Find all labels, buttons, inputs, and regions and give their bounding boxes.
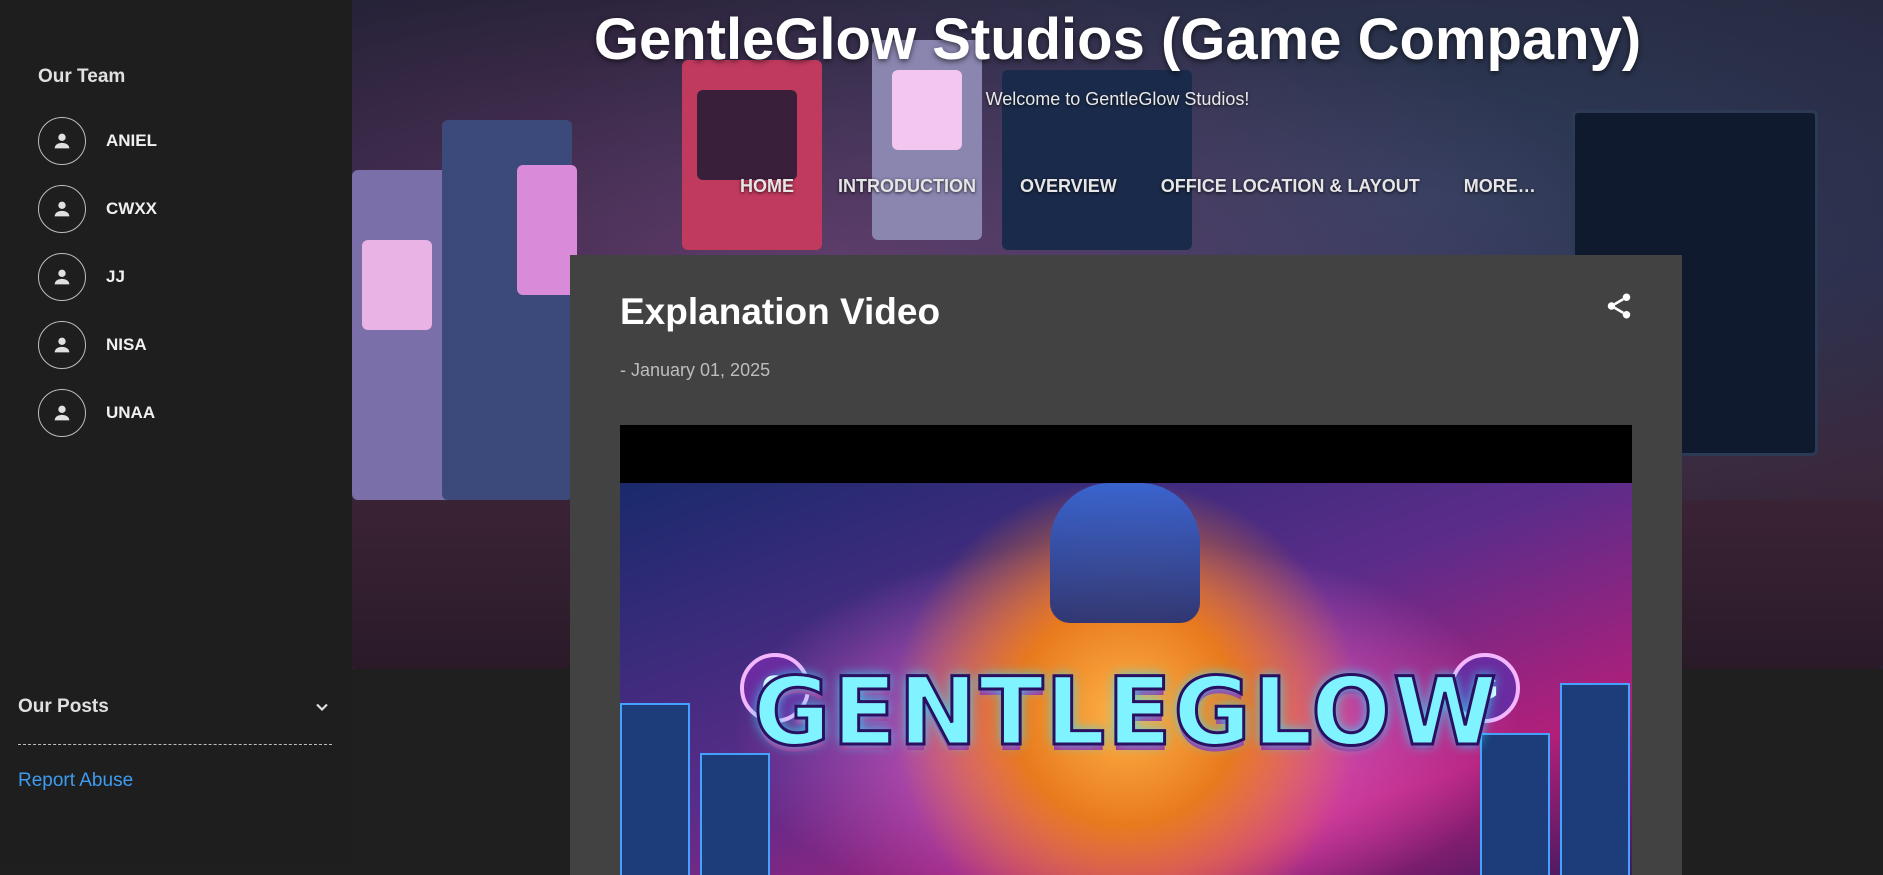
avatar bbox=[38, 185, 86, 233]
thumbnail-logo-text: GENTLEGLOW bbox=[752, 657, 1499, 769]
thumbnail-figure bbox=[1050, 483, 1200, 623]
avatar bbox=[38, 389, 86, 437]
nav-introduction[interactable]: INTRODUCTION bbox=[838, 176, 976, 197]
post-card: Explanation Video - January 01, 2025 G G… bbox=[570, 255, 1682, 875]
post-date: - January 01, 2025 bbox=[620, 360, 771, 380]
avatar bbox=[38, 117, 86, 165]
person-icon bbox=[54, 405, 70, 421]
person-icon bbox=[54, 269, 70, 285]
avatar bbox=[38, 253, 86, 301]
person-icon bbox=[54, 201, 70, 217]
tower bbox=[700, 753, 770, 875]
team-member-cwxx[interactable]: CWXX bbox=[38, 184, 157, 234]
member-name: CWXX bbox=[106, 199, 157, 218]
site-subtitle: Welcome to GentleGlow Studios! bbox=[985, 89, 1250, 109]
person-icon bbox=[54, 337, 70, 353]
team-member-aniel[interactable]: ANIEL bbox=[38, 116, 157, 166]
person-icon bbox=[54, 133, 70, 149]
video-thumbnail: G G GENTLEGLOW bbox=[620, 483, 1632, 875]
posts-title: Our Posts bbox=[18, 696, 109, 717]
share-button[interactable] bbox=[1604, 291, 1634, 321]
share-icon bbox=[1607, 293, 1631, 319]
team-title: Our Team bbox=[38, 66, 126, 87]
avatar bbox=[38, 321, 86, 369]
divider bbox=[18, 744, 332, 745]
report-abuse-link[interactable]: Report Abuse bbox=[18, 770, 133, 792]
nav-office-location-layout[interactable]: OFFICE LOCATION & LAYOUT bbox=[1161, 176, 1420, 197]
nav-more[interactable]: MORE… bbox=[1464, 176, 1536, 197]
team-member-jj[interactable]: JJ bbox=[38, 252, 157, 302]
our-posts-toggle[interactable]: Our Posts bbox=[18, 694, 332, 720]
team-member-nisa[interactable]: NISA bbox=[38, 320, 157, 370]
member-name: ANIEL bbox=[106, 131, 157, 150]
team-list: ANIEL CWXX JJ NISA UNAA bbox=[38, 116, 157, 456]
nav-overview[interactable]: OVERVIEW bbox=[1020, 176, 1117, 197]
nav-home[interactable]: HOME bbox=[740, 176, 794, 197]
member-name: JJ bbox=[106, 267, 125, 286]
main-nav: HOME INTRODUCTION OVERVIEW OFFICE LOCATI… bbox=[740, 176, 1580, 197]
sidebar: Our Team ANIEL CWXX JJ NISA UNAA Our Pos… bbox=[0, 0, 352, 863]
chevron-down-icon bbox=[316, 703, 328, 712]
member-name: NISA bbox=[106, 335, 147, 354]
video-player[interactable]: G G GENTLEGLOW bbox=[620, 425, 1632, 875]
team-member-unaa[interactable]: UNAA bbox=[38, 388, 157, 438]
post-title[interactable]: Explanation Video bbox=[620, 291, 940, 333]
site-title[interactable]: GentleGlow Studios (Game Company) bbox=[352, 6, 1883, 73]
member-name: UNAA bbox=[106, 403, 156, 422]
